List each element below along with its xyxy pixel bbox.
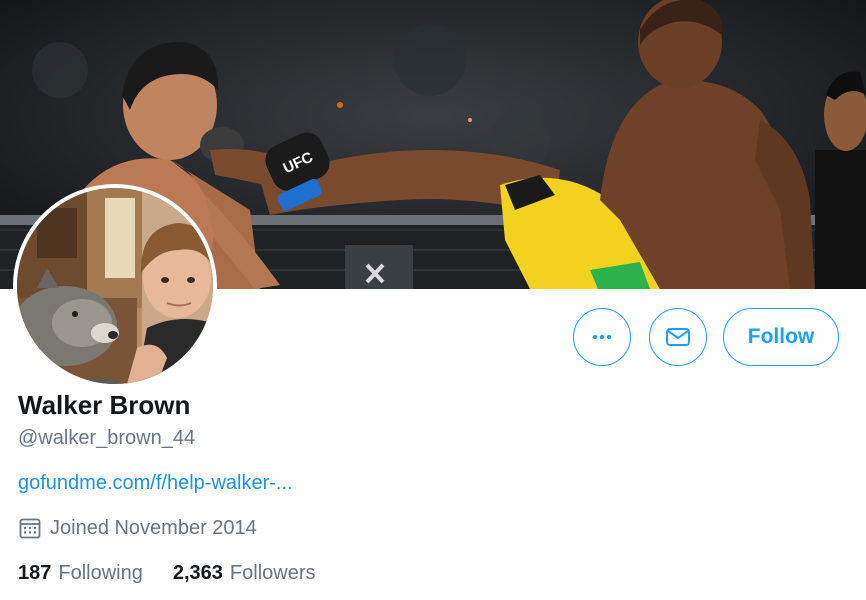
website-link[interactable]: gofundme.com/f/help-walker-... [18,472,293,495]
follow-stats: 187 Following 2,363 Followers [18,562,346,585]
profile-avatar[interactable] [13,184,217,388]
followers-label: Followers [229,562,316,584]
envelope-icon [666,328,690,346]
more-horizontal-icon [592,334,612,340]
joined-date: Joined November 2014 [18,516,257,540]
followers-count: 2,363 [172,562,223,584]
message-button[interactable] [649,308,707,366]
calendar-icon [19,518,41,539]
following-count: 187 [18,562,52,584]
follow-button[interactable]: Follow [723,308,839,366]
joined-text: Joined November 2014 [50,516,257,539]
avatar-photo [17,188,213,384]
display-name: Walker Brown [18,390,191,420]
more-options-button[interactable] [573,308,631,366]
following-link[interactable]: 187 Following [18,562,143,585]
followers-link[interactable]: 2,363 Followers [173,562,316,585]
following-label: Following [58,562,143,584]
user-handle: @walker_brown_44 [18,427,196,449]
